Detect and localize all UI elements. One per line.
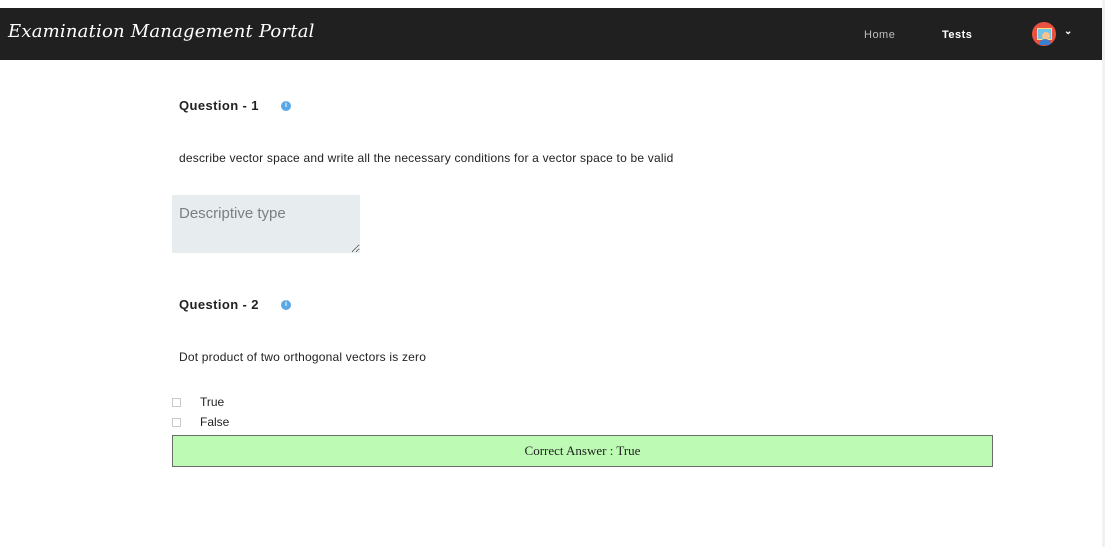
question-2-text: Dot product of two orthogonal vectors is… <box>179 350 427 364</box>
option-true[interactable]: True <box>172 395 224 409</box>
option-label: True <box>200 395 225 409</box>
info-icon[interactable]: i <box>281 300 291 310</box>
option-label: False <box>200 415 230 429</box>
option-checkbox[interactable] <box>172 417 181 427</box>
profile-menu[interactable]: ⌄ <box>1032 22 1082 46</box>
nav-home-link[interactable]: Home <box>864 29 895 41</box>
avatar-icon[interactable] <box>1032 22 1056 46</box>
info-icon[interactable]: i <box>281 101 291 111</box>
top-navbar: Examination Management Portal Home Tests… <box>0 8 1102 60</box>
brand-title[interactable]: Examination Management Portal <box>8 21 315 42</box>
question-1-text: describe vector space and write all the … <box>179 151 674 165</box>
nav-tests-link[interactable]: Tests <box>942 29 972 41</box>
descriptive-answer-input[interactable] <box>172 195 360 253</box>
option-checkbox[interactable] <box>172 397 181 407</box>
correct-answer-text: Correct Answer : True <box>524 443 641 458</box>
question-1-title: Question - 1 <box>179 98 259 113</box>
correct-answer-banner: Correct Answer : True <box>172 435 993 467</box>
question-2-title: Question - 2 <box>179 297 259 312</box>
chevron-down-icon[interactable]: ⌄ <box>1064 26 1072 37</box>
option-false[interactable]: False <box>172 415 229 429</box>
